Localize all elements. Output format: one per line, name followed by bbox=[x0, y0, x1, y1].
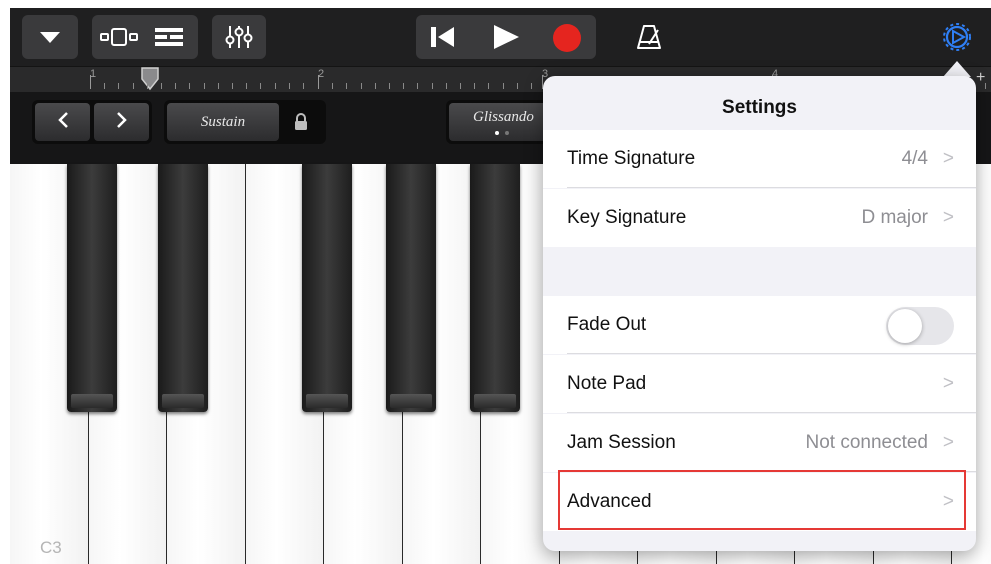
fade-out-row: Fade Out bbox=[543, 296, 976, 354]
time-signature-row[interactable]: Time Signature 4/4 > bbox=[543, 130, 976, 188]
page-dots bbox=[495, 131, 499, 135]
sustain-button[interactable]: Sustain bbox=[167, 103, 279, 141]
lock-icon[interactable] bbox=[294, 113, 308, 136]
transport-controls bbox=[416, 15, 596, 59]
popover-pointer bbox=[943, 61, 971, 77]
ruler-tick bbox=[502, 83, 504, 89]
octave-up-button[interactable] bbox=[94, 103, 149, 141]
sustain-control: Sustain bbox=[164, 100, 326, 144]
ruler-tick bbox=[417, 83, 419, 89]
ruler-tick bbox=[445, 83, 447, 89]
glissando-button[interactable]: Glissando bbox=[449, 103, 558, 141]
note-pad-label: Note Pad bbox=[567, 373, 647, 394]
chevron-right-icon: > bbox=[942, 373, 954, 394]
black-key[interactable] bbox=[470, 164, 520, 412]
jam-session-row[interactable]: Jam Session Not connected > bbox=[543, 414, 976, 472]
octave-down-button[interactable] bbox=[35, 103, 90, 141]
skip-back-icon[interactable] bbox=[430, 26, 456, 48]
ruler-tick bbox=[189, 83, 191, 89]
black-key[interactable] bbox=[67, 164, 117, 412]
top-toolbar bbox=[10, 8, 991, 66]
note-pad-row[interactable]: Note Pad > bbox=[543, 355, 976, 413]
highlight-box bbox=[558, 470, 966, 530]
ruler-tick bbox=[389, 83, 390, 89]
fade-out-toggle[interactable] bbox=[886, 307, 954, 345]
chevron-left-icon bbox=[57, 111, 69, 134]
ruler-bar-line bbox=[90, 75, 91, 89]
glissando-control: Glissando bbox=[446, 100, 558, 144]
time-signature-value: 4/4 bbox=[901, 148, 928, 169]
ruler-tick bbox=[104, 83, 106, 89]
ruler-tick bbox=[431, 83, 433, 89]
ruler-tick bbox=[460, 83, 461, 89]
ruler-tick bbox=[232, 83, 233, 89]
key-signature-label: Key Signature bbox=[567, 207, 687, 228]
ruler-tick bbox=[203, 83, 205, 89]
ruler-tick bbox=[246, 83, 248, 89]
chevron-right-icon: > bbox=[942, 148, 954, 169]
tracks-view-button[interactable] bbox=[92, 15, 198, 59]
ruler-tick bbox=[288, 83, 290, 89]
metronome-icon[interactable] bbox=[636, 24, 662, 55]
ruler-tick bbox=[132, 83, 134, 89]
black-key[interactable] bbox=[158, 164, 208, 412]
row-divider bbox=[567, 353, 976, 354]
glissando-label: Glissando bbox=[473, 109, 534, 125]
triangle-down-icon bbox=[39, 30, 61, 44]
key-signature-value: D major bbox=[861, 207, 928, 228]
ruler-tick bbox=[374, 83, 376, 89]
ruler-tick bbox=[474, 83, 476, 89]
chevron-right-icon bbox=[116, 111, 128, 134]
fade-out-label: Fade Out bbox=[567, 314, 647, 335]
ruler-tick bbox=[217, 83, 219, 89]
ruler-tick bbox=[985, 83, 986, 89]
page-dots-inactive bbox=[505, 131, 509, 135]
ruler-tick bbox=[332, 83, 334, 89]
black-key[interactable] bbox=[302, 164, 352, 412]
chevron-right-icon: > bbox=[942, 207, 954, 228]
tracks-view-icon bbox=[100, 27, 138, 47]
ruler-tick bbox=[146, 83, 148, 89]
gear-icon[interactable] bbox=[942, 22, 972, 57]
record-icon[interactable] bbox=[552, 23, 582, 53]
ruler-tick bbox=[118, 83, 120, 89]
ruler-tick bbox=[516, 83, 518, 89]
ruler-tick bbox=[346, 83, 348, 89]
add-section-button[interactable]: + bbox=[976, 69, 985, 87]
ruler-bar-line bbox=[318, 75, 319, 89]
octave-navigation bbox=[32, 100, 152, 144]
octave-label: C3 bbox=[40, 538, 62, 557]
mixer-button[interactable] bbox=[212, 15, 266, 59]
ruler-tick bbox=[360, 83, 362, 89]
ruler-tick bbox=[260, 83, 262, 89]
mixer-sliders-icon bbox=[225, 24, 253, 50]
jam-session-label: Jam Session bbox=[567, 432, 676, 453]
chevron-right-icon: > bbox=[942, 432, 954, 453]
jam-session-value: Not connected bbox=[805, 432, 928, 453]
toggle-knob bbox=[888, 309, 922, 343]
ruler-tick bbox=[403, 83, 405, 89]
row-divider bbox=[567, 412, 976, 413]
view-menu-button[interactable] bbox=[22, 15, 78, 59]
play-icon[interactable] bbox=[492, 24, 520, 50]
ruler-tick bbox=[161, 83, 162, 89]
ruler-tick bbox=[488, 83, 490, 89]
time-signature-label: Time Signature bbox=[567, 148, 696, 169]
ruler-tick bbox=[274, 83, 276, 89]
black-key[interactable] bbox=[386, 164, 436, 412]
ruler-tick bbox=[175, 83, 177, 89]
key-signature-row[interactable]: Key Signature D major > bbox=[543, 189, 976, 247]
ruler-tick bbox=[303, 83, 304, 89]
list-icon[interactable] bbox=[154, 27, 184, 47]
ruler-tick bbox=[531, 83, 532, 89]
row-divider bbox=[567, 187, 976, 188]
sustain-label: Sustain bbox=[200, 113, 246, 130]
